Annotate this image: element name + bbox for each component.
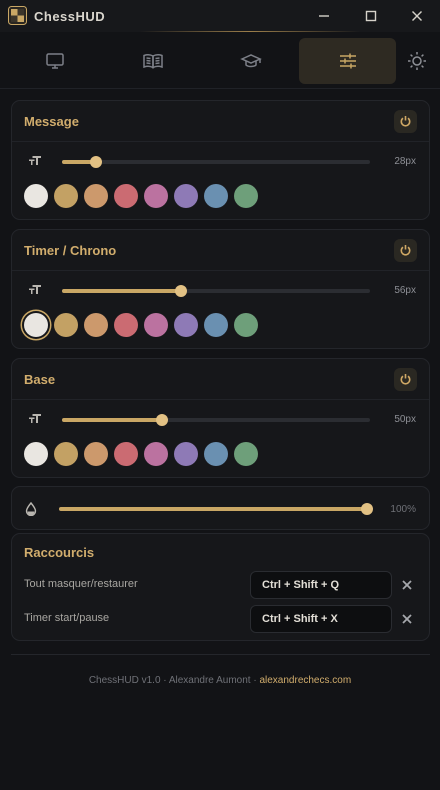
section-title: Timer / Chrono <box>24 243 117 258</box>
color-swatch[interactable] <box>114 184 138 208</box>
tab-display[interactable] <box>6 38 103 84</box>
font-size-slider[interactable] <box>62 285 370 297</box>
color-palette <box>24 184 264 208</box>
shortcut-clear-button[interactable] <box>401 612 413 624</box>
section-title: Message <box>24 114 79 129</box>
font-size-value: 50px <box>394 414 416 425</box>
font-size-slider-knob[interactable] <box>90 156 102 168</box>
color-palette <box>24 442 264 466</box>
theme-toggle[interactable] <box>399 38 435 84</box>
font-size-value: 28px <box>394 156 416 167</box>
footer-divider <box>11 654 430 655</box>
color-swatch[interactable] <box>84 442 108 466</box>
color-swatch[interactable] <box>234 442 258 466</box>
color-swatch[interactable] <box>204 313 228 337</box>
reset-icon <box>400 245 411 256</box>
shortcuts-section: Raccourcis Tout masquer/restaurer Ctrl +… <box>11 533 430 641</box>
font-size-slider[interactable] <box>62 414 370 426</box>
color-palette <box>24 313 264 337</box>
shortcut-clear-button[interactable] <box>401 578 413 590</box>
section-message: Message 28px <box>11 100 430 220</box>
graduation-cap-icon <box>239 54 262 68</box>
footer-text: ChessHUD v1.0 · Alexandre Aumont · <box>88 675 260 686</box>
reset-icon <box>400 116 411 127</box>
reset-icon <box>400 374 411 385</box>
color-swatch[interactable] <box>144 184 168 208</box>
color-swatch[interactable] <box>174 184 198 208</box>
color-swatch[interactable] <box>84 184 108 208</box>
tab-bar <box>0 32 440 89</box>
tab-training[interactable] <box>202 38 299 84</box>
clear-icon <box>402 614 412 624</box>
reset-button[interactable] <box>394 239 417 262</box>
section-divider <box>12 399 429 400</box>
shortcut-input-timer[interactable]: Ctrl + Shift + X <box>250 605 392 633</box>
color-swatch[interactable] <box>54 184 78 208</box>
minimize-button[interactable] <box>309 4 339 28</box>
book-icon <box>142 54 163 69</box>
font-size-value: 56px <box>394 285 416 296</box>
section-timer: Timer / Chrono 56px <box>11 229 430 349</box>
tab-settings[interactable] <box>299 38 396 84</box>
color-swatch[interactable] <box>84 313 108 337</box>
reset-button[interactable] <box>394 110 417 133</box>
opacity-value: 100% <box>390 504 416 515</box>
title-bar: ChessHUD <box>0 0 440 32</box>
shortcut-row-toggle: Tout masquer/restaurer Ctrl + Shift + Q <box>12 571 429 599</box>
opacity-slider-fill <box>59 507 367 511</box>
color-swatch[interactable] <box>234 313 258 337</box>
font-size-slider-fill <box>62 289 181 293</box>
text-size-icon <box>29 414 41 423</box>
footer-link[interactable]: alexandrechecs.com <box>259 675 351 686</box>
color-swatch[interactable] <box>144 442 168 466</box>
text-size-icon <box>29 156 41 165</box>
close-button[interactable] <box>402 4 432 28</box>
app-title: ChessHUD <box>34 9 106 24</box>
shortcut-label: Tout masquer/restaurer <box>24 578 138 590</box>
maximize-button[interactable] <box>356 4 386 28</box>
close-icon <box>412 11 422 21</box>
font-size-slider-knob[interactable] <box>175 285 187 297</box>
color-swatch[interactable] <box>174 313 198 337</box>
shortcut-label: Timer start/pause <box>24 612 110 624</box>
shortcut-input-toggle[interactable]: Ctrl + Shift + Q <box>250 571 392 599</box>
color-swatch[interactable] <box>114 313 138 337</box>
maximize-icon <box>365 10 377 22</box>
font-size-slider-knob[interactable] <box>156 414 168 426</box>
opacity-slider-knob[interactable] <box>361 503 373 515</box>
color-swatch[interactable] <box>204 442 228 466</box>
font-size-slider-fill <box>62 418 162 422</box>
minimize-icon <box>319 15 329 17</box>
color-swatch[interactable] <box>174 442 198 466</box>
tab-openings[interactable] <box>104 38 201 84</box>
font-size-slider[interactable] <box>62 156 370 168</box>
section-base: Base 50px <box>11 358 430 478</box>
footer: ChessHUD v1.0 · Alexandre Aumont · alexa… <box>0 675 440 686</box>
chess-logo-icon <box>8 6 27 25</box>
color-swatch[interactable] <box>24 184 48 208</box>
monitor-icon <box>45 53 64 69</box>
color-swatch[interactable] <box>204 184 228 208</box>
section-divider <box>12 270 429 271</box>
color-swatch[interactable] <box>234 184 258 208</box>
color-swatch[interactable] <box>114 442 138 466</box>
opacity-drop-icon <box>25 502 37 516</box>
section-divider <box>12 141 429 142</box>
color-swatch[interactable] <box>24 442 48 466</box>
color-swatch[interactable] <box>54 442 78 466</box>
opacity-slider[interactable] <box>59 503 373 515</box>
color-swatch[interactable] <box>54 313 78 337</box>
section-title: Base <box>24 372 56 387</box>
opacity-row: 100% <box>11 486 430 530</box>
clear-icon <box>402 580 412 590</box>
shortcut-row-timer: Timer start/pause Ctrl + Shift + X <box>12 605 429 633</box>
text-size-icon <box>29 285 41 294</box>
sun-icon <box>408 52 426 70</box>
color-swatch[interactable] <box>24 313 48 337</box>
sliders-icon <box>339 53 356 69</box>
color-swatch[interactable] <box>144 313 168 337</box>
reset-button[interactable] <box>394 368 417 391</box>
shortcuts-title: Raccourcis <box>24 545 95 560</box>
